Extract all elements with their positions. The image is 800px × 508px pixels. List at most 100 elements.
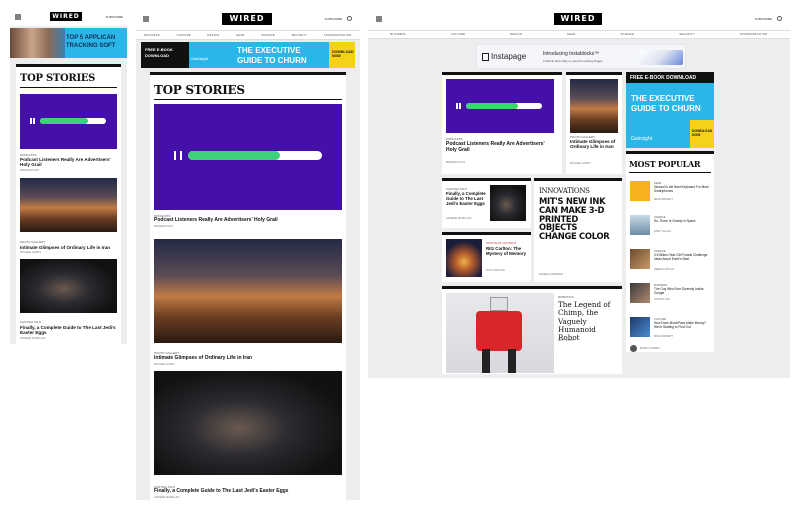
nav-item[interactable]: GEAR: [567, 33, 576, 36]
nav-item[interactable]: SECURITY: [292, 34, 308, 37]
nav-item[interactable]: CULTURE: [451, 33, 465, 36]
popular-headline[interactable]: 3.5 Billion-Year-Old Fossils Challenge I…: [654, 253, 710, 261]
nav-item[interactable]: SCIENCE: [261, 34, 275, 37]
most-popular-panel: MOST POPULAR GEAR Gboard Is the Best Key…: [626, 151, 714, 352]
jedi-photo[interactable]: [490, 185, 526, 221]
story-headline[interactable]: MIT'S NEW INK CAN MAKE 3-D PRINTED OBJEC…: [539, 197, 617, 241]
section-rule: [154, 99, 342, 100]
search-icon[interactable]: [347, 16, 352, 21]
story-headline[interactable]: Ritz Carlton: The Mystery of Memory: [486, 246, 528, 256]
story-card-podcast[interactable]: PODCASTS Podcast Listeners Really Are Ad…: [442, 72, 562, 174]
more-stories-link[interactable]: MORE STORIES: [640, 347, 660, 350]
story-card-ritz[interactable]: SPONSOR CONTENT Ritz Carlton: The Myster…: [442, 232, 531, 282]
nav-item[interactable]: TRANSPORTATION: [324, 34, 352, 37]
mobile-ad-banner[interactable]: TOP 5 APPLICAN TRACKING SOFT: [10, 28, 127, 58]
leaderboard-screens: [639, 50, 683, 65]
popular-byline: BRIAN BARRETT: [654, 335, 674, 338]
sidebar-ad[interactable]: FREE E-BOOK DOWNLOAD THE EXECUTIVE GUIDE…: [626, 72, 714, 148]
nav-item[interactable]: DESIGN: [208, 34, 220, 37]
search-icon[interactable]: [777, 16, 782, 21]
ad-cta[interactable]: DOWNLOAD NOW: [329, 42, 355, 68]
mobile-header: WIRED SUBSCRIBE: [10, 8, 127, 26]
ad-brand: Gainsight: [191, 56, 208, 61]
story-headline[interactable]: Podcast Listeners Really Are Advertisers…: [154, 217, 342, 224]
menu-grid-icon[interactable]: [143, 16, 149, 22]
popular-headline[interactable]: The Guy Who Ever Diversity Inside Google: [654, 287, 710, 295]
podcast-image[interactable]: [154, 104, 342, 210]
popular-byline: NITASHA TIKU: [654, 298, 671, 301]
story-kicker: SPONSOR CONTENT: [486, 241, 517, 245]
story-byline: MIRANDA KATZ: [20, 169, 39, 172]
popular-thumb[interactable]: [630, 249, 650, 269]
nav-item[interactable]: BUSINESS: [144, 34, 160, 37]
jedi-photo[interactable]: [20, 259, 117, 313]
subscribe-link[interactable]: SUBSCRIBE: [106, 15, 123, 19]
iran-photo[interactable]: [570, 79, 618, 133]
story-card-jedi[interactable]: CANTINA TALK Finally, a Complete Guide t…: [442, 178, 531, 228]
popular-byline: RHETT ALLAIN: [654, 230, 671, 233]
story-card-mit-ink[interactable]: INNOVATIONS MIT'S NEW INK CAN MAKE 3-D P…: [534, 178, 622, 282]
nav-item[interactable]: GEAR: [236, 34, 245, 37]
popular-headline[interactable]: So, There Is Gravity in Space: [654, 219, 710, 224]
nav-item[interactable]: CULTURE: [177, 34, 191, 37]
robot-leg-right: [508, 349, 516, 373]
story-byline: DANIELLE PARDEN: [539, 273, 563, 276]
subscribe-link[interactable]: SUBSCRIBE: [325, 17, 342, 21]
menu-grid-icon[interactable]: [376, 16, 382, 22]
ad-badge: FREE E-BOOK DOWNLOAD: [626, 72, 714, 83]
leaderboard-ad[interactable]: Instapage Introducing Instablocks™ A Who…: [476, 44, 686, 69]
ad-badge-text: FREE E-BOOK DOWNLOAD: [630, 75, 697, 81]
popular-thumb[interactable]: [630, 317, 650, 337]
nav-item[interactable]: SECURITY: [679, 33, 695, 36]
podcast-image[interactable]: [446, 79, 554, 133]
iran-photo[interactable]: [20, 178, 117, 232]
menu-grid-icon[interactable]: [15, 14, 21, 20]
desktop-header: WIRED SUBSCRIBE: [368, 8, 790, 30]
story-kicker: INNOVATIONS: [539, 187, 590, 195]
story-headline[interactable]: Intimate Glimpses of Ordinary Life in Ir…: [20, 245, 117, 250]
story-headline[interactable]: Intimate Glimpses of Ordinary Life in Ir…: [154, 355, 342, 362]
story-headline[interactable]: Finally, a Complete Guide to The Last Je…: [20, 325, 117, 336]
story-headline[interactable]: Podcast Listeners Really Are Advertisers…: [446, 141, 554, 154]
subscribe-link[interactable]: SUBSCRIBE: [755, 17, 772, 21]
nav-item[interactable]: SCIENCE: [621, 33, 635, 36]
ritz-photo[interactable]: [446, 239, 482, 277]
more-stories-icon[interactable]: [630, 345, 637, 352]
wired-logo[interactable]: WIRED: [554, 13, 602, 25]
story-headline[interactable]: Finally, a Complete Guide to The Last Je…: [154, 488, 342, 495]
story-card-robot[interactable]: ROBOTICS The Legend of Chimp, the Vaguel…: [442, 286, 622, 374]
popular-byline: BRIAN BARRETT: [654, 198, 674, 201]
nav-item[interactable]: DESIGN: [510, 33, 522, 36]
popular-headline[interactable]: How Does MoviePass Make Money? We're Sta…: [654, 321, 710, 329]
popular-headline[interactable]: Gboard Is the Best Keyboard For Most Sma…: [654, 185, 710, 193]
story-headline[interactable]: Podcast Listeners Really Are Advertisers…: [20, 157, 117, 168]
jedi-photo[interactable]: [154, 371, 342, 475]
story-headline[interactable]: Intimate Glimpses of Ordinary Life in Ir…: [570, 139, 620, 150]
progress-fill: [466, 103, 518, 109]
ad-text: TOP 5 APPLICAN TRACKING SOFT: [66, 35, 116, 49]
section-title: TOP STORIES: [20, 73, 96, 84]
popular-thumb[interactable]: [630, 181, 650, 201]
ad-people-photo: [10, 28, 65, 58]
podcast-image[interactable]: [20, 94, 117, 149]
ad-badge-text: FREE E-BOOK DOWNLOAD: [145, 47, 173, 58]
story-headline[interactable]: Finally, a Complete Guide to The Last Je…: [446, 191, 488, 206]
tablet-frame: WIRED SUBSCRIBE BUSINESS CULTURE DESIGN …: [136, 8, 360, 500]
story-kicker: PHOTO GALLERY: [20, 240, 46, 244]
ad-line1: THE EXECUTIVE: [237, 46, 301, 55]
tablet-header: WIRED SUBSCRIBE: [136, 8, 360, 30]
ad-cta[interactable]: DOWNLOAD NOW: [690, 120, 714, 148]
story-headline[interactable]: The Legend of Chimp, the Vaguely Humanoi…: [558, 300, 618, 342]
section-rule: [20, 87, 117, 88]
tablet-ad-banner[interactable]: FREE E-BOOK DOWNLOAD Gainsight THE EXECU…: [141, 42, 355, 68]
wired-logo[interactable]: WIRED: [50, 12, 82, 21]
story-card-iran[interactable]: PHOTO GALLERY Intimate Glimpses of Ordin…: [566, 72, 622, 174]
robot-photo[interactable]: [446, 293, 554, 373]
wired-logo[interactable]: WIRED: [222, 13, 272, 25]
nav-item[interactable]: BUSINESS: [391, 33, 407, 36]
popular-thumb[interactable]: [630, 215, 650, 235]
nav-item[interactable]: TRANSPORTATION: [740, 33, 768, 36]
popular-thumb[interactable]: [630, 283, 650, 303]
iran-photo[interactable]: [154, 239, 342, 343]
ad-brand: Gainsight: [631, 136, 653, 142]
